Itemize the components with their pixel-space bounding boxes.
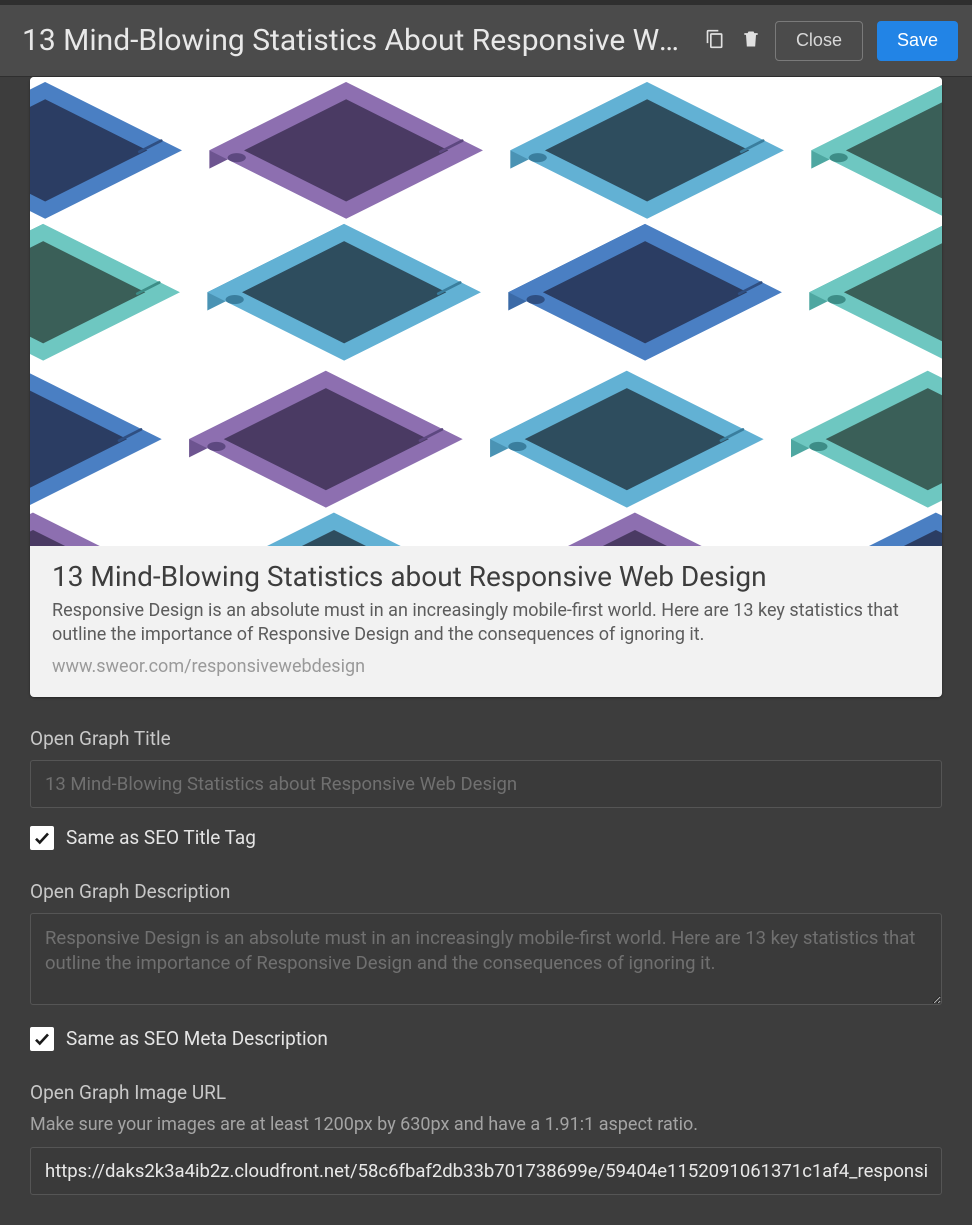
og-preview-image: #ph .top{fill:var(--ct);} #ph .side{fill… — [30, 77, 942, 546]
og-title-same-checkbox[interactable] — [30, 826, 54, 850]
og-description-field: Open Graph Description Same as SEO Meta … — [30, 880, 942, 1051]
og-title-field: Open Graph Title Same as SEO Title Tag — [30, 727, 942, 850]
og-title-input[interactable] — [30, 760, 942, 808]
og-preview-text: 13 Mind-Blowing Statistics about Respons… — [30, 546, 942, 697]
trash-icon[interactable] — [741, 29, 761, 53]
duplicate-icon[interactable] — [705, 29, 725, 53]
og-image-url-input[interactable] — [30, 1147, 942, 1195]
header-action-icons — [705, 29, 761, 53]
og-description-same-checkbox[interactable] — [30, 1027, 54, 1051]
og-preview-card: #ph .top{fill:var(--ct);} #ph .side{fill… — [30, 77, 942, 697]
modal-header: 13 Mind-Blowing Statistics About Respons… — [0, 5, 972, 77]
og-description-input[interactable] — [30, 913, 942, 1005]
close-button[interactable]: Close — [775, 21, 863, 61]
og-image-label: Open Graph Image URL — [30, 1081, 942, 1104]
og-preview-url: www.sweor.com/responsivewebdesign — [52, 656, 920, 677]
og-description-label: Open Graph Description — [30, 880, 942, 903]
og-preview-description: Responsive Design is an absolute must in… — [52, 599, 920, 648]
og-description-same-label: Same as SEO Meta Description — [66, 1027, 328, 1050]
og-preview-title: 13 Mind-Blowing Statistics about Respons… — [52, 560, 920, 593]
og-title-label: Open Graph Title — [30, 727, 942, 750]
modal-body: #ph .top{fill:var(--ct);} #ph .side{fill… — [0, 77, 972, 1225]
check-icon — [33, 829, 51, 847]
og-image-help: Make sure your images are at least 1200p… — [30, 1114, 942, 1135]
save-button[interactable]: Save — [877, 21, 958, 61]
check-icon — [33, 1030, 51, 1048]
og-image-field: Open Graph Image URL Make sure your imag… — [30, 1081, 942, 1195]
modal-title: 13 Mind-Blowing Statistics About Respons… — [22, 23, 691, 58]
og-title-same-label: Same as SEO Title Tag — [66, 826, 256, 849]
